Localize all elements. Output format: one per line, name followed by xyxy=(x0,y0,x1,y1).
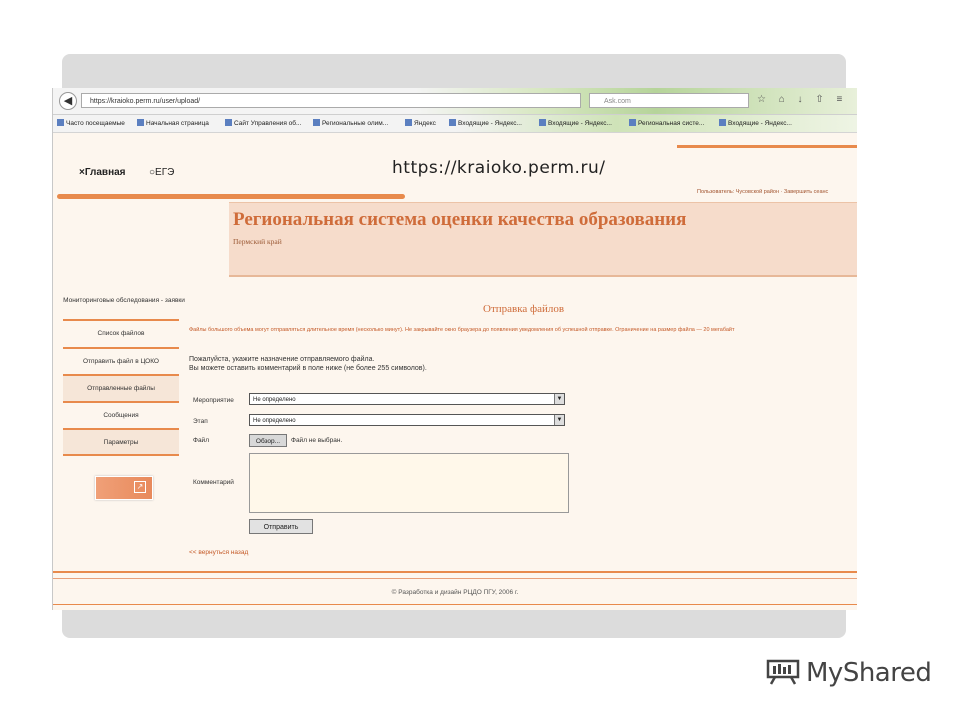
bookmark-item[interactable]: Начальная страница xyxy=(137,119,209,127)
browse-button[interactable]: Обзор... xyxy=(249,434,287,447)
comment-label: Комментарий xyxy=(193,479,234,486)
file-label: Файл xyxy=(193,437,209,444)
nav-ege-link[interactable]: ○ЕГЭ xyxy=(149,167,174,178)
address-bar[interactable]: https://kraioko.perm.ru/user/upload/ xyxy=(81,93,581,108)
bookmark-icon xyxy=(629,119,636,126)
sidebar-divider xyxy=(63,454,179,456)
stage-label: Этап xyxy=(193,418,208,425)
bookmark-icon xyxy=(57,119,64,126)
footer-divider xyxy=(53,578,857,579)
sidebar-item-messages[interactable]: Сообщения xyxy=(63,401,179,429)
sidebar-item-send-file[interactable]: Отправить файл в ЦОКО xyxy=(63,347,179,375)
dropdown-arrow-icon[interactable]: ▼ xyxy=(554,415,564,425)
bookmark-item[interactable]: Региональные олим... xyxy=(313,119,388,127)
footer-divider xyxy=(53,604,857,605)
user-session-info[interactable]: Пользователь: Чусовской район · Завершит… xyxy=(697,189,828,195)
back-arrow-icon[interactable]: ◀ xyxy=(59,92,77,110)
bookmark-icon xyxy=(225,119,232,126)
sidebar-item-file-list[interactable]: Список файлов xyxy=(63,319,179,347)
nav-home-label: Главная xyxy=(84,167,126,178)
bookmark-item[interactable]: Входящие - Яндекс... xyxy=(719,119,792,127)
header-divider xyxy=(57,194,405,199)
sidebar-monitoring-link[interactable]: Мониторинговые обследования - заявки xyxy=(63,296,185,306)
bookmark-icon xyxy=(405,119,412,126)
comment-textarea[interactable] xyxy=(249,453,569,513)
sidebar-banner[interactable]: ↗ xyxy=(95,476,153,500)
instruction-line: Пожалуйста, укажите назначение отправляе… xyxy=(189,356,375,363)
dropdown-arrow-icon[interactable]: ▼ xyxy=(554,394,564,404)
file-status: Файл не выбран. xyxy=(291,437,343,444)
footer-divider xyxy=(53,571,857,573)
region-label: Пермский край xyxy=(233,237,282,246)
instructions: Пожалуйста, укажите назначение отправляе… xyxy=(189,355,427,373)
watermark-text: MyShared xyxy=(806,658,932,688)
bookmark-icon xyxy=(137,119,144,126)
bookmark-icon xyxy=(449,119,456,126)
title-panel: Региональная система оценки качества обр… xyxy=(229,202,857,277)
page-title: Региональная система оценки качества обр… xyxy=(233,209,687,230)
browser-nav-bar: ◀ https://kraioko.perm.ru/user/upload/ A… xyxy=(53,88,857,115)
back-link[interactable]: << вернуться назад xyxy=(189,549,248,556)
search-field[interactable]: Ask.com xyxy=(589,93,749,108)
sidebar-item-parameters[interactable]: Параметры xyxy=(63,428,179,456)
arrow-icon: ↗ xyxy=(134,481,146,493)
submit-button[interactable]: Отправить xyxy=(249,519,313,534)
bookmark-item[interactable]: Входящие - Яндекс... xyxy=(539,119,612,127)
toolbar-icons[interactable]: ☆ ⌂ ↓ ⇧ ≡ xyxy=(757,94,847,105)
footer-copyright: © Разработка и дизайн РЦДО ПГУ, 2006 г. xyxy=(391,589,519,596)
nav-ege-label: ЕГЭ xyxy=(155,167,175,178)
section-heading: Отправка файлов xyxy=(483,303,565,315)
stage-select-value: Не определено xyxy=(253,418,296,424)
bookmark-item[interactable]: Яндекс xyxy=(405,119,436,127)
bookmark-icon xyxy=(313,119,320,126)
stage-select[interactable]: Не определено ▼ xyxy=(249,414,565,426)
sidebar-item-sent-files[interactable]: Отправленные файлы xyxy=(63,374,179,402)
upload-warning: Файлы большого объема могут отправляться… xyxy=(189,327,735,333)
instruction-line: Вы можете оставить комментарий в поле ни… xyxy=(189,365,427,372)
header-accent-line xyxy=(677,145,857,148)
event-select[interactable]: Не определено ▼ xyxy=(249,393,565,405)
bookmark-icon xyxy=(539,119,546,126)
event-select-value: Не определено xyxy=(253,397,296,403)
nav-home-link[interactable]: ×Главная xyxy=(79,167,126,178)
bookmark-item[interactable]: Входящие - Яндекс... xyxy=(449,119,522,127)
bookmarks-bar: Часто посещаемые Начальная страница Сайт… xyxy=(53,115,857,133)
bookmark-item[interactable]: Региональная систе... xyxy=(629,119,704,127)
event-label: Мероприятие xyxy=(193,397,234,404)
url-caption: https://kraioko.perm.ru/ xyxy=(392,158,606,178)
myshared-logo-icon xyxy=(766,659,800,685)
bookmark-item[interactable]: Часто посещаемые xyxy=(57,119,125,127)
bookmark-icon xyxy=(719,119,726,126)
bookmark-item[interactable]: Сайт Управления об... xyxy=(225,119,301,127)
